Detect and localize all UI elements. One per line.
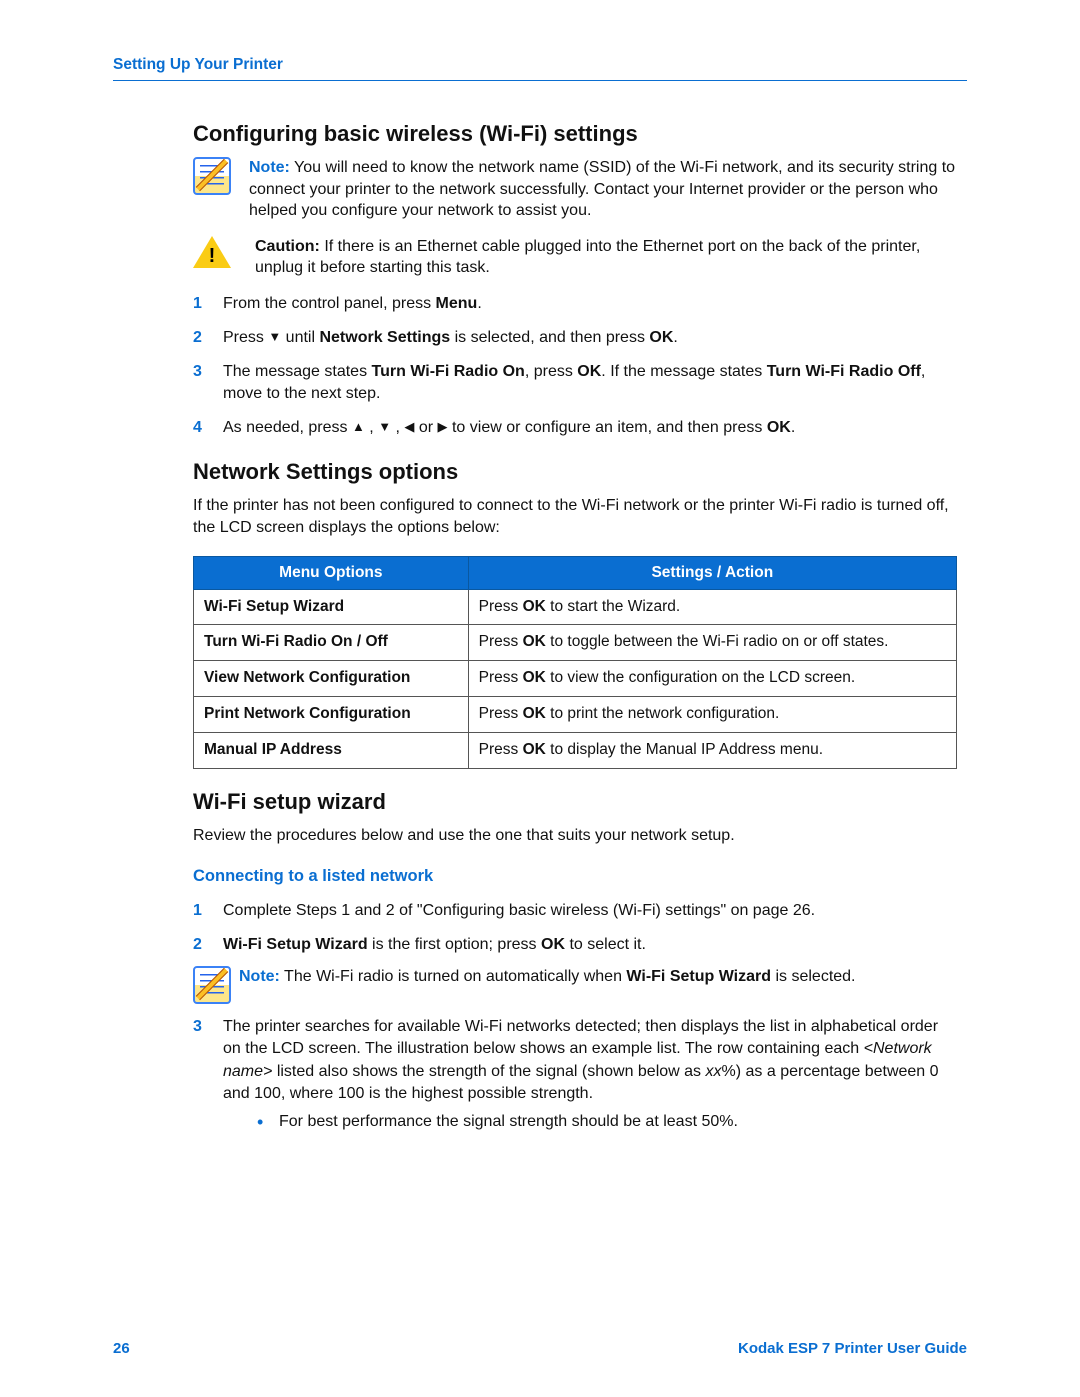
step-3: The printer searches for available Wi-Fi… [193,1016,957,1132]
page-footer: 26 Kodak ESP 7 Printer User Guide [113,1340,967,1357]
page-header: Setting Up Your Printer [113,56,967,81]
step-1: From the control panel, press Menu. [193,293,957,315]
options-tbody: Wi-Fi Setup Wizard Press OK to start the… [194,589,957,769]
guide-title: Kodak ESP 7 Printer User Guide [738,1340,967,1357]
page-number: 26 [113,1340,130,1357]
table-row: Turn Wi-Fi Radio On / Off Press OK to to… [194,625,957,661]
subheading-connecting: Connecting to a listed network [193,867,957,886]
step-2: Wi-Fi Setup Wizard is the first option; … [193,934,957,1004]
options-table: Menu Options Settings / Action Wi-Fi Set… [193,556,957,770]
network-options-intro: If the printer has not been configured t… [193,495,957,539]
step-4: As needed, press ▲ , ▼ , ◀ or ▶ to view … [193,417,957,439]
wizard-intro: Review the procedures below and use the … [193,825,957,847]
page-content: Configuring basic wireless (Wi-Fi) setti… [113,121,967,1133]
bullet-list: For best performance the signal strength… [223,1111,957,1133]
document-page: Setting Up Your Printer Configuring basi… [0,0,1080,1397]
note-icon [193,966,239,1004]
note-text: Note: You will need to know the network … [249,157,957,222]
note-text-2: Note: The Wi-Fi radio is turned on autom… [239,966,957,988]
heading-configuring: Configuring basic wireless (Wi-Fi) setti… [193,121,957,147]
table-row: Wi-Fi Setup Wizard Press OK to start the… [194,589,957,625]
down-arrow-icon: ▼ [268,328,281,346]
left-arrow-icon: ◀ [404,418,414,436]
table-row: Print Network Configuration Press OK to … [194,697,957,733]
heading-network-settings-options: Network Settings options [193,459,957,485]
warning-icon: ! [193,236,249,270]
bullet-item: For best performance the signal strength… [257,1111,957,1133]
down-arrow-icon: ▼ [378,418,391,436]
note-callout-2: Note: The Wi-Fi radio is turned on autom… [193,966,957,1004]
step-1: Complete Steps 1 and 2 of "Configuring b… [193,900,957,922]
note-callout: Note: You will need to know the network … [193,157,957,222]
step-3: The message states Turn Wi-Fi Radio On, … [193,361,957,405]
caution-callout: ! Caution: If there is an Ethernet cable… [193,236,957,279]
note-icon [193,157,249,195]
header-title: Setting Up Your Printer [113,56,283,73]
steps-list-2: Complete Steps 1 and 2 of "Configuring b… [193,900,957,1133]
th-menu-options: Menu Options [194,556,469,589]
step-2: Press ▼ until Network Settings is select… [193,327,957,349]
heading-wifi-setup-wizard: Wi-Fi setup wizard [193,789,957,815]
table-row: Manual IP Address Press OK to display th… [194,733,957,769]
table-row: View Network Configuration Press OK to v… [194,661,957,697]
steps-list-1: From the control panel, press Menu. Pres… [193,293,957,439]
right-arrow-icon: ▶ [438,418,448,436]
caution-text: Caution: If there is an Ethernet cable p… [249,236,957,279]
th-settings-action: Settings / Action [468,556,956,589]
up-arrow-icon: ▲ [352,418,365,436]
